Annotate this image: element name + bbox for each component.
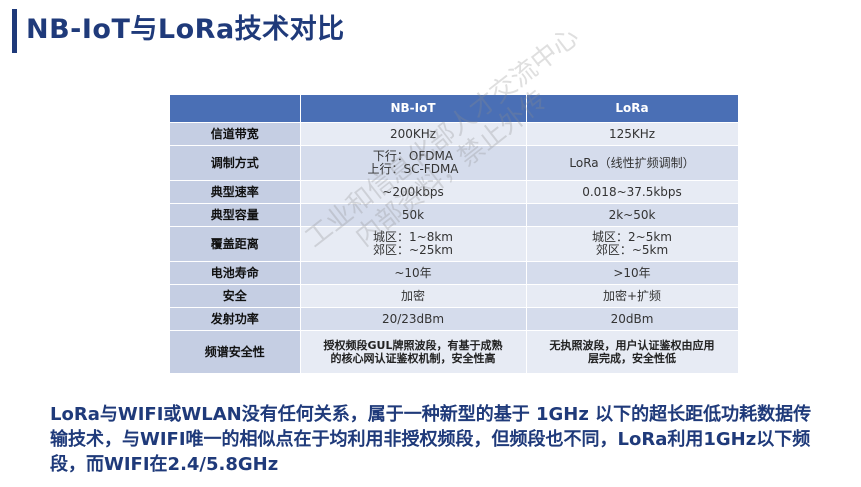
cell-line: 的核心网认证鉴权机制，安全性高: [330, 352, 496, 365]
cell-line: 50k: [401, 207, 425, 222]
header-empty: [170, 95, 301, 123]
cell-line: 加密: [400, 288, 425, 303]
cell-lora: 125KHz: [526, 122, 739, 146]
table-header-row: NB-IoT LoRa: [170, 95, 739, 123]
table-row: 安全 加密 加密+扩频: [170, 284, 739, 308]
cell-lora: 20dBm: [526, 307, 739, 331]
row-label: 安全: [170, 284, 301, 308]
cell-lora: 城区：2~5km 郊区：~5km: [526, 226, 739, 262]
cell-nbiot: ~200kbps: [300, 180, 527, 204]
header-lora: LoRa: [526, 95, 739, 123]
row-label: 信道带宽: [170, 122, 301, 146]
cell-nbiot: 200KHz: [300, 122, 527, 146]
comparison-table-container: NB-IoT LoRa 信道带宽 200KHz 125KHz 调制方式 下行：OFDMA…: [170, 95, 739, 374]
cell-lora: LoRa（线性扩频调制）: [526, 145, 739, 181]
comparison-table: NB-IoT LoRa 信道带宽 200KHz 125KHz 调制方式 下行：OFDMA…: [170, 95, 739, 374]
row-label: 电池寿命: [170, 261, 301, 285]
cell-line: 125KHz: [608, 126, 656, 141]
row-label: 典型速率: [170, 180, 301, 204]
cell-line: 20dBm: [610, 311, 654, 326]
cell-lora: 2k~50k: [526, 203, 739, 227]
cell-line: 200KHz: [389, 126, 437, 141]
cell-nbiot: 授权频段GUL牌照波段，有基于成熟 的核心网认证鉴权机制，安全性高: [300, 330, 527, 374]
cell-line: 授权频段GUL牌照波段，有基于成熟: [323, 339, 503, 352]
cell-line: 0.018~37.5kbps: [582, 184, 682, 199]
table-row: 电池寿命 ~10年 >10年: [170, 261, 739, 285]
row-label: 覆盖距离: [170, 226, 301, 262]
cell-lora: 0.018~37.5kbps: [526, 180, 739, 204]
cell-line: 郊区：~25km: [373, 243, 453, 257]
row-label: 典型容量: [170, 203, 301, 227]
table-row: 典型容量 50k 2k~50k: [170, 203, 739, 227]
cell-line: 20/23dBm: [381, 311, 445, 326]
cell-lora: 加密+扩频: [526, 284, 739, 308]
row-label: 频谱安全性: [170, 330, 301, 374]
cell-line: 层完成，安全性低: [588, 352, 676, 365]
cell-line: LoRa（线性扩频调制）: [569, 155, 695, 170]
cell-line: >10年: [613, 265, 651, 280]
cell-lora: >10年: [526, 261, 739, 285]
header-nbiot: NB-IoT: [300, 95, 527, 123]
row-label: 调制方式: [170, 145, 301, 181]
cell-line: 无执照波段，用户认证鉴权由应用: [549, 339, 715, 352]
cell-nbiot: ~10年: [300, 261, 527, 285]
cell-line: 加密+扩频: [602, 288, 662, 303]
cell-nbiot: 50k: [300, 203, 527, 227]
page-title: NB-IoT与LoRa技术对比: [26, 14, 345, 45]
table-row: 发射功率 20/23dBm 20dBm: [170, 307, 739, 331]
table-row: 频谱安全性 授权频段GUL牌照波段，有基于成熟 的核心网认证鉴权机制，安全性高 无执照…: [170, 330, 739, 374]
cell-line: 2k~50k: [608, 207, 656, 222]
cell-line: ~10年: [394, 265, 432, 280]
table-row: 信道带宽 200KHz 125KHz: [170, 122, 739, 146]
cell-lora: 无执照波段，用户认证鉴权由应用 层完成，安全性低: [526, 330, 739, 374]
table-row: 调制方式 下行：OFDMA 上行：SC-FDMA LoRa（线性扩频调制）: [170, 145, 739, 181]
table-row: 典型速率 ~200kbps 0.018~37.5kbps: [170, 180, 739, 204]
row-label: 发射功率: [170, 307, 301, 331]
table-body: 信道带宽 200KHz 125KHz 调制方式 下行：OFDMA 上行：SC-FDMA Lo…: [170, 122, 739, 374]
summary-text: LoRa与WIFI或WLAN没有任何关系，属于一种新型的基于 1GHz 以下的超…: [50, 404, 812, 475]
table-row: 覆盖距离 城区：1~8km 郊区：~25km 城区：2~5km 郊区：~5km: [170, 226, 739, 262]
cell-line: 上行：SC-FDMA: [367, 162, 459, 176]
cell-nbiot: 20/23dBm: [300, 307, 527, 331]
title-accent-bar: [12, 9, 17, 53]
cell-line: ~200kbps: [382, 184, 444, 199]
cell-line: 郊区：~5km: [595, 243, 669, 257]
cell-nbiot: 下行：OFDMA 上行：SC-FDMA: [300, 145, 527, 181]
cell-nbiot: 加密: [300, 284, 527, 308]
cell-nbiot: 城区：1~8km 郊区：~25km: [300, 226, 527, 262]
